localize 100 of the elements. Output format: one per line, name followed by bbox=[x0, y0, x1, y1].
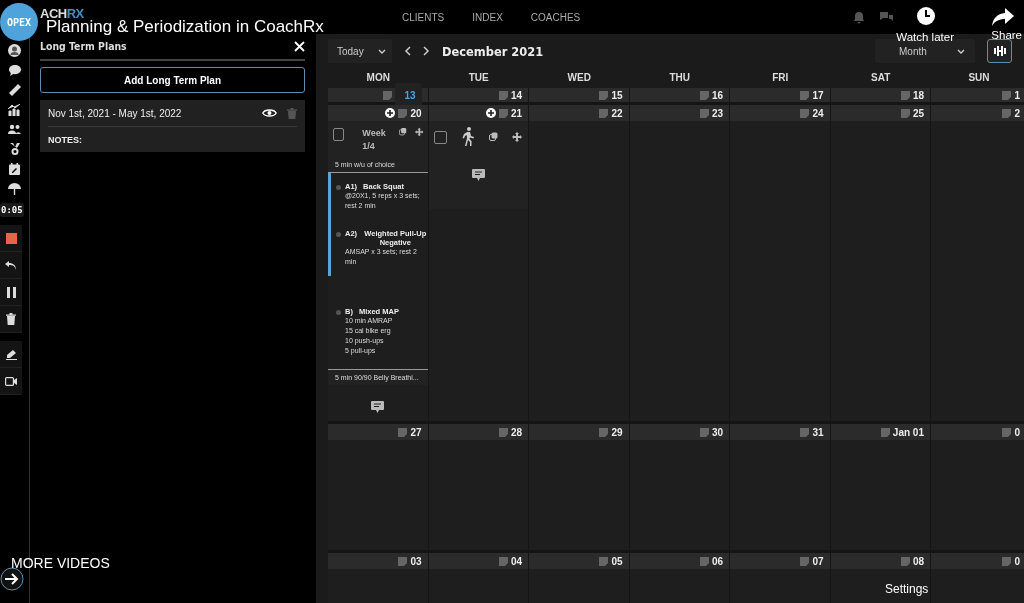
next-icon[interactable] bbox=[422, 46, 430, 56]
note-icon[interactable] bbox=[599, 556, 609, 566]
bell-icon[interactable] bbox=[853, 10, 865, 24]
day-number: 0 bbox=[1014, 426, 1020, 438]
undo-icon bbox=[5, 260, 17, 270]
day-number: 06 bbox=[711, 555, 723, 567]
today-dropdown[interactable]: Today bbox=[328, 39, 392, 63]
day-number: 22 bbox=[611, 107, 623, 119]
add-plan-button[interactable]: Add Long Term Plan bbox=[40, 67, 305, 93]
day-number: 30 bbox=[711, 426, 723, 438]
share-button[interactable]: Share bbox=[991, 8, 1022, 41]
note-icon[interactable] bbox=[498, 556, 508, 566]
weekday-header: TUE bbox=[467, 71, 490, 83]
more-videos-button[interactable]: MORE VIDEOS bbox=[0, 554, 110, 594]
bullet-dot bbox=[336, 232, 341, 237]
day-number: 25 bbox=[912, 107, 924, 119]
move-icon[interactable] bbox=[414, 127, 424, 137]
day-number: 18 bbox=[912, 89, 924, 101]
day-number: 1 bbox=[1014, 89, 1020, 101]
trash-icon bbox=[6, 313, 16, 325]
comment-icon[interactable] bbox=[471, 169, 485, 181]
day-number: 13 bbox=[395, 83, 422, 107]
note-icon[interactable] bbox=[1002, 556, 1012, 566]
add-icon[interactable] bbox=[485, 108, 496, 118]
camera-icon bbox=[5, 376, 17, 386]
note-icon[interactable] bbox=[800, 556, 810, 566]
day-number: 05 bbox=[611, 555, 623, 567]
nav-link[interactable]: INDEX bbox=[472, 11, 503, 23]
comment-icon[interactable] bbox=[371, 401, 385, 413]
avatar-icon[interactable] bbox=[8, 44, 21, 57]
day-number: 14 bbox=[510, 89, 522, 101]
pen-icon bbox=[5, 348, 17, 360]
previous-icon[interactable] bbox=[403, 46, 411, 56]
copy-icon[interactable] bbox=[399, 127, 407, 136]
day-number: 29 bbox=[611, 426, 623, 438]
medal-icon[interactable] bbox=[8, 143, 21, 155]
checkbox[interactable] bbox=[433, 130, 447, 144]
day-number: 27 bbox=[410, 426, 422, 438]
stop-recording-button[interactable] bbox=[0, 225, 22, 252]
walking-figure-icon bbox=[460, 127, 475, 146]
ruler-icon[interactable] bbox=[8, 84, 21, 96]
day-number: 2 bbox=[1014, 107, 1020, 119]
weekday-header: FRI bbox=[771, 71, 790, 83]
eye-icon[interactable] bbox=[262, 108, 277, 118]
day-number: Jan 01 bbox=[892, 426, 924, 438]
weekday-header: THU bbox=[668, 71, 692, 83]
note-icon[interactable] bbox=[699, 427, 709, 437]
calendar-icon[interactable] bbox=[9, 163, 20, 175]
day-number: 24 bbox=[812, 107, 824, 119]
note-icon[interactable] bbox=[398, 427, 408, 437]
notes-label: NOTES: bbox=[48, 134, 83, 147]
day-number: 08 bbox=[912, 555, 924, 567]
recording-timer: 0:05 bbox=[0, 203, 24, 217]
pause-icon bbox=[6, 286, 16, 298]
day-number: 17 bbox=[812, 89, 824, 101]
panel-title: Long Term Plans bbox=[40, 40, 127, 53]
day-number: 16 bbox=[711, 89, 723, 101]
day-number: 23 bbox=[711, 107, 723, 119]
note-icon[interactable] bbox=[699, 556, 709, 566]
note-icon[interactable] bbox=[398, 556, 408, 566]
chat-icon[interactable] bbox=[8, 65, 21, 76]
pen-button[interactable] bbox=[0, 341, 22, 368]
day-number: 31 bbox=[812, 426, 824, 438]
note-icon[interactable] bbox=[498, 427, 508, 437]
trash-icon[interactable] bbox=[287, 107, 297, 119]
note-icon[interactable] bbox=[599, 427, 609, 437]
chart-icon[interactable] bbox=[8, 104, 21, 116]
settings-link[interactable]: Settings bbox=[885, 582, 929, 596]
month-title: December 2021 bbox=[441, 43, 543, 59]
move-icon[interactable] bbox=[511, 131, 522, 142]
day-number: 21 bbox=[510, 107, 522, 119]
plan-dates: Nov 1st, 2021 - May 1st, 2022 bbox=[48, 107, 183, 119]
week-number: 1/4 bbox=[362, 140, 376, 153]
bullet-dot bbox=[336, 185, 341, 190]
clock-icon bbox=[916, 6, 937, 26]
day-number: 20 bbox=[410, 107, 422, 119]
share-icon bbox=[992, 8, 1014, 26]
week-label: Week bbox=[362, 127, 387, 140]
note-icon[interactable] bbox=[900, 556, 910, 566]
day-number: 28 bbox=[510, 426, 522, 438]
note-icon[interactable] bbox=[1002, 427, 1012, 437]
checkbox[interactable] bbox=[333, 128, 345, 141]
caret-icon bbox=[957, 48, 965, 54]
umbrella-icon[interactable] bbox=[8, 183, 21, 195]
add-icon[interactable] bbox=[385, 108, 396, 118]
day-number: 07 bbox=[812, 555, 824, 567]
day-number: 0 bbox=[1014, 555, 1020, 567]
dumbbell-icon bbox=[992, 46, 1007, 56]
nav-link[interactable]: CLIENTS bbox=[402, 11, 445, 23]
note-icon[interactable] bbox=[880, 427, 890, 437]
close-icon[interactable] bbox=[294, 41, 305, 52]
weekday-header: SAT bbox=[870, 71, 892, 83]
weekday-header: MON bbox=[365, 71, 391, 83]
day-number: 15 bbox=[611, 89, 623, 101]
nav-link[interactable]: COACHES bbox=[530, 11, 581, 23]
note-icon[interactable] bbox=[800, 427, 810, 437]
dumbbell-button[interactable] bbox=[987, 39, 1012, 63]
bullet-dot bbox=[336, 310, 341, 315]
copy-icon[interactable] bbox=[488, 132, 498, 141]
people-icon[interactable] bbox=[8, 124, 21, 135]
